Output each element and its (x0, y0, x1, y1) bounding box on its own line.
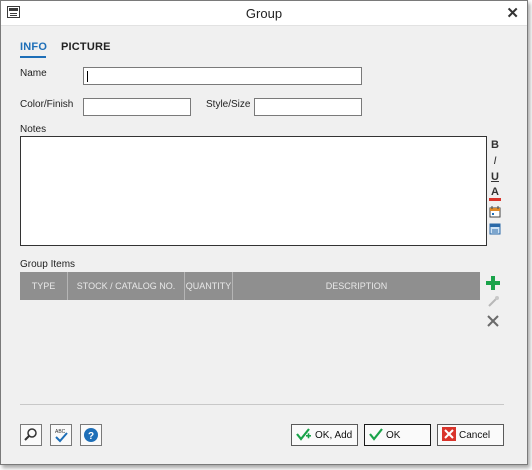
group-dialog: Group ✕ INFO PICTURE Name Color/Finish S… (0, 0, 528, 465)
add-item-icon[interactable] (485, 275, 501, 291)
search-button[interactable] (20, 424, 42, 446)
active-tab-indicator (20, 56, 46, 58)
column-header-quantity[interactable]: QUANTITY (185, 272, 233, 300)
tab-picture[interactable]: PICTURE (61, 41, 111, 53)
spell-check-icon: ABC (55, 429, 68, 443)
ok-label: OK (386, 429, 401, 441)
style-size-label: Style/Size (206, 99, 251, 110)
close-icon[interactable]: ✕ (506, 4, 519, 22)
style-size-field[interactable] (254, 98, 362, 116)
svg-text:ABC: ABC (55, 429, 66, 435)
color-finish-label: Color/Finish (20, 99, 74, 110)
cancel-x-icon (442, 426, 456, 444)
ok-button[interactable]: OK (364, 424, 431, 446)
ok-add-label: OK, Add (315, 429, 353, 441)
notes-label: Notes (20, 124, 47, 135)
bold-button[interactable]: B (489, 139, 501, 152)
window-title: Group (245, 6, 283, 21)
cancel-button[interactable]: Cancel (437, 424, 504, 446)
help-icon: ? (84, 428, 98, 442)
group-items-grid-header: TYPE STOCK / CATALOG NO. QUANTITY DESCRI… (20, 272, 480, 300)
column-header-stock-catalog[interactable]: STOCK / CATALOG NO. (68, 272, 185, 300)
notes-textarea[interactable] (20, 136, 487, 246)
insert-time-icon[interactable] (489, 222, 501, 235)
insert-date-icon[interactable] (489, 205, 501, 218)
remove-item-icon[interactable] (485, 313, 501, 329)
group-items-label: Group Items (20, 259, 76, 270)
cancel-label: Cancel (459, 429, 491, 441)
name-label: Name (20, 68, 47, 79)
text-caret (87, 71, 88, 82)
color-finish-field[interactable] (83, 98, 191, 116)
svg-text:?: ? (88, 431, 94, 442)
underline-button[interactable]: U (489, 171, 501, 184)
spell-check-button[interactable]: ABC (50, 424, 72, 446)
tab-info[interactable]: INFO (20, 41, 47, 53)
edit-item-icon[interactable] (485, 294, 501, 310)
italic-button[interactable]: I (489, 155, 501, 168)
column-header-description[interactable]: DESCRIPTION (233, 272, 480, 300)
footer-divider (20, 404, 504, 405)
help-button[interactable]: ? (80, 424, 102, 446)
ok-add-icon (296, 427, 312, 444)
name-field[interactable] (83, 67, 362, 85)
font-color-button[interactable]: A (489, 187, 501, 201)
search-icon (24, 428, 37, 441)
column-header-type[interactable]: TYPE (20, 272, 68, 300)
ok-add-button[interactable]: OK, Add (291, 424, 358, 446)
title-bar: Group ✕ (1, 1, 527, 26)
ok-check-icon (369, 427, 383, 444)
